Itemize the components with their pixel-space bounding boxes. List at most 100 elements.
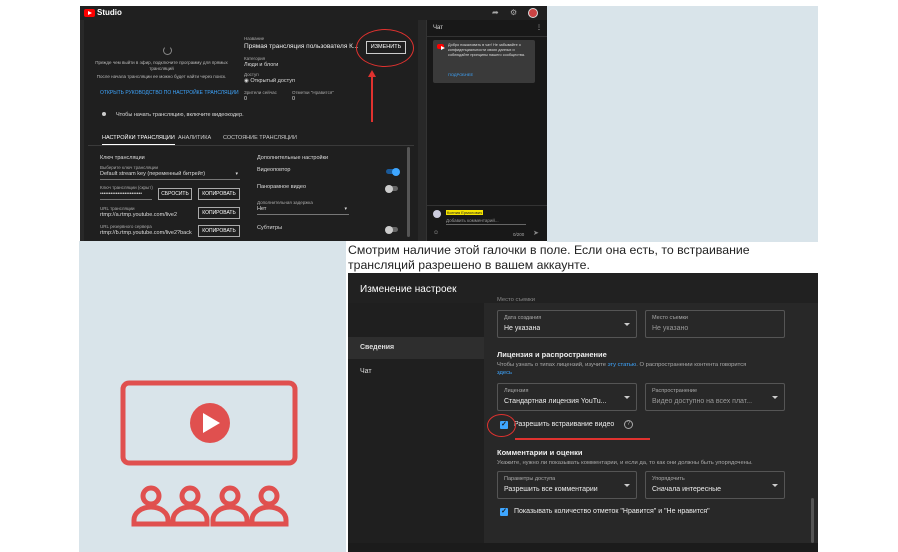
input-underline [446, 224, 526, 225]
creation-date-select[interactable]: Дата создания Не указана [497, 310, 637, 338]
advanced-section-title: Дополнительные настройки [257, 155, 329, 161]
stream-audience-icon [120, 380, 298, 527]
license-desc-text-2: . О распространении контента говорится [636, 362, 747, 368]
dvr-toggle[interactable] [386, 167, 400, 176]
preview-note: После начала трансляции ее можно будет н… [96, 74, 227, 79]
field-value: Не указана [504, 325, 541, 332]
access-value: ◉ Открытый доступ [244, 78, 295, 84]
location-field[interactable]: Место съемки Не указано [645, 310, 785, 338]
chat-username: Ксения Ермолович [446, 210, 484, 215]
field-label: Параметры доступа [504, 476, 556, 482]
chevron-down-icon [772, 396, 778, 399]
comment-sort-select[interactable]: Упорядочить Сначала интересные [645, 471, 785, 499]
encoder-message: Чтобы начать трансляцию, включите видеок… [116, 112, 244, 118]
key-field[interactable]: •••••••••••••••••••••••• [100, 191, 152, 200]
more-icon[interactable]: ⋮ [536, 24, 542, 31]
field-label: Лицензия [504, 388, 529, 394]
tab-stream-health[interactable]: СОСТОЯНИЕ ТРАНСЛЯЦИИ [223, 135, 297, 141]
preview-text: Прежде чем выйти в эфир, подключите прог… [95, 60, 228, 71]
backup-url-value: rtmp://b.rtmp.youtube.com/live2?back [100, 230, 192, 236]
chevron-down-icon: ▾ [344, 206, 347, 212]
settings-screenshot: Изменение настроек Сведения Чат Место съ… [348, 273, 818, 552]
share-icon[interactable]: ➦ [492, 8, 499, 17]
key-select-value: Default stream key (переменный битрейт) [100, 171, 206, 177]
chat-header: Чат ⋮ [427, 20, 547, 37]
settings-header: Изменение настроек [348, 273, 818, 303]
location-label-cut: Место съемки [497, 297, 535, 303]
avatar [433, 210, 441, 218]
studio-screenshot: Studio ➦ ⚙ Прежде чем выйти в эфир, подк… [80, 6, 547, 241]
highlight-underline [515, 438, 650, 440]
license-article-link[interactable]: эту статью [608, 362, 637, 368]
url-value: rtmp://a.rtmp.youtube.com/live2 [100, 212, 178, 218]
loading-spinner-icon [163, 46, 172, 55]
background-panel [547, 6, 818, 242]
tab-stream-settings[interactable]: НАСТРОЙКИ ТРАНСЛЯЦИИ [102, 135, 175, 145]
subtitles-label: Субтитры [257, 225, 283, 231]
highlight-oval [487, 414, 516, 437]
field-label: Упорядочить [652, 476, 685, 482]
copy-url-button[interactable]: КОПИРОВАТЬ [198, 207, 240, 219]
distribution-select[interactable]: Распространение Видео доступно на всех п… [645, 383, 785, 411]
sidebar-item-chat[interactable]: Чат [348, 361, 484, 383]
scrollbar[interactable] [407, 147, 410, 237]
license-select[interactable]: Лицензия Стандартная лицензия YouTu... [497, 383, 637, 411]
field-value: Видео доступно на всех плат... [652, 398, 753, 405]
panorama-toggle[interactable] [385, 184, 398, 193]
gear-icon[interactable]: ⚙ [510, 8, 517, 17]
key-select[interactable]: Default stream key (переменный битрейт) … [100, 171, 240, 180]
send-icon[interactable]: ➤ [533, 229, 539, 237]
allow-embed-label: Разрешить встраивание видео [514, 421, 615, 428]
sidebar-item-details[interactable]: Сведения [348, 337, 484, 359]
stream-tabs: НАСТРОЙКИ ТРАНСЛЯЦИИ АНАЛИТИКА СОСТОЯНИЕ… [88, 132, 414, 146]
chevron-down-icon [624, 484, 630, 487]
chevron-down-icon: ▾ [235, 171, 238, 177]
caption-text: Смотрим наличие этой галочки в поле. Есл… [348, 243, 750, 272]
chat-input-area: Ксения Ермолович Добавить комментарий...… [427, 205, 547, 241]
reset-button[interactable]: СБРОСИТЬ [158, 188, 192, 200]
viewers-label: Зрители сейчас [244, 90, 277, 95]
arrow-head-icon [367, 70, 376, 77]
field-value: Не указано [652, 325, 689, 332]
comment-access-select[interactable]: Параметры доступа Разрешить все коммента… [497, 471, 637, 499]
likes-value: 0 [292, 96, 296, 102]
encoder-status: Чтобы начать трансляцию, включите видеок… [88, 112, 408, 128]
panorama-label: Панорамное видео [257, 184, 307, 190]
show-likes-label: Показывать количество отметок "Нравится"… [514, 508, 710, 515]
chat-welcome: Добро пожаловать в чат! Не забывайте о к… [433, 40, 535, 83]
emoji-icon[interactable]: ☺ [433, 230, 439, 236]
avatar[interactable] [528, 8, 538, 18]
illustration-panel [79, 241, 346, 552]
likes-label: Отметки "Нравится" [292, 90, 334, 95]
copy-key-button[interactable]: КОПИРОВАТЬ [198, 188, 240, 200]
category-value: Люди и блоги [244, 62, 279, 68]
studio-brand: Studio [97, 8, 122, 17]
subtitles-toggle[interactable] [385, 225, 398, 234]
field-value: Стандартная лицензия YouTu... [504, 398, 607, 405]
setup-guide-link[interactable]: ОТКРЫТЬ РУКОВОДСТВО ПО НАСТРОЙКЕ ТРАНСЛЯ… [100, 90, 240, 96]
settings-footer [348, 543, 818, 552]
chat-more-link[interactable]: ПОДРОБНЕЕ [448, 72, 473, 77]
delay-value: Нет [257, 206, 267, 212]
distribution-link[interactable]: здесь [497, 370, 512, 376]
chat-welcome-text: Добро пожаловать в чат! Не забывайте о к… [448, 43, 526, 57]
slide: Studio ➦ ⚙ Прежде чем выйти в эфир, подк… [0, 0, 898, 552]
highlight-oval [356, 29, 414, 67]
chevron-down-icon [772, 484, 778, 487]
comments-description: Укажите, нужно ли показывать комментарии… [497, 460, 753, 466]
show-likes-checkbox[interactable]: ✓ [500, 508, 508, 516]
delay-select[interactable]: Нет ▾ [257, 206, 349, 215]
copy-backup-button[interactable]: КОПИРОВАТЬ [198, 225, 240, 237]
status-dot-icon [102, 112, 106, 116]
chevron-down-icon [624, 323, 630, 326]
help-icon[interactable]: ? [624, 420, 633, 429]
tab-analytics[interactable]: АНАЛИТИКА [178, 135, 211, 141]
scrollbar[interactable] [811, 498, 814, 543]
field-label: Дата создания [504, 315, 542, 321]
settings-main: Место съемки Дата создания Не указана Ме… [485, 297, 818, 552]
field-value: Сначала интересные [652, 486, 721, 493]
settings-sidebar: Сведения Чат [348, 303, 484, 552]
stream-preview: Прежде чем выйти в эфир, подключите прог… [88, 24, 239, 119]
toggle-knob [392, 167, 400, 176]
field-value: Разрешить все комментарии [504, 486, 598, 493]
